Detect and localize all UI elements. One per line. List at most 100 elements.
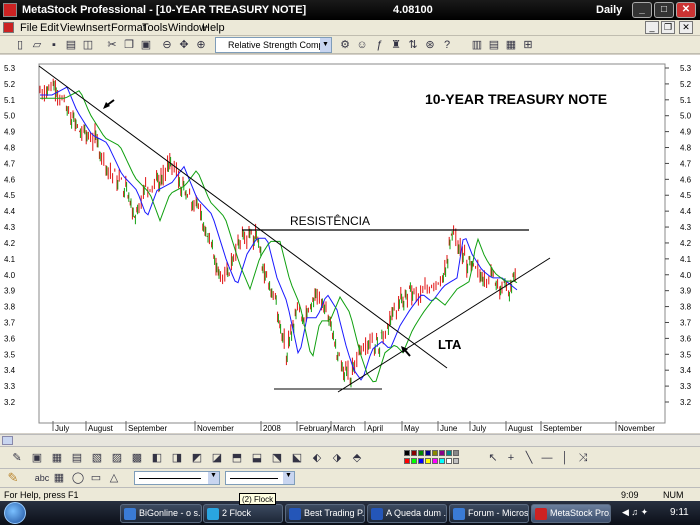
color-swatch[interactable] — [432, 450, 438, 456]
drawing-tool-icon[interactable]: ▩ — [130, 451, 144, 465]
print-icon[interactable]: ▤ — [64, 38, 78, 52]
menu-edit[interactable]: Edit — [40, 22, 59, 34]
drawing-tool-icon[interactable]: ⬘ — [350, 451, 364, 465]
drawing-tool-icon[interactable]: ◩ — [190, 451, 204, 465]
color-swatch[interactable] — [432, 458, 438, 464]
expert-icon[interactable]: ☺ — [355, 38, 369, 52]
sort-icon[interactable]: ⇅ — [406, 38, 420, 52]
mdi-restore-button[interactable]: ❐ — [661, 21, 675, 34]
drawing-tool-icon[interactable]: ✎ — [10, 451, 24, 465]
color-swatch[interactable] — [439, 450, 445, 456]
indicator-icon[interactable]: ⚙ — [338, 38, 352, 52]
trendline-icon[interactable]: ╲ — [522, 451, 536, 465]
color-swatch[interactable] — [411, 458, 417, 464]
window-grid-icon[interactable]: ⊞ — [521, 38, 535, 52]
drawing-tool-icon[interactable]: ▧ — [90, 451, 104, 465]
app-icon[interactable] — [3, 3, 17, 17]
drawing-tool-icon[interactable]: ▤ — [70, 451, 84, 465]
menu-tools[interactable]: Tools — [142, 22, 168, 34]
indicator-select[interactable]: Relative Strength Comparati ▼ — [215, 37, 332, 53]
paste-icon[interactable]: ▣ — [139, 38, 153, 52]
move-icon[interactable]: ✥ — [177, 38, 191, 52]
color-swatch[interactable] — [404, 458, 410, 464]
formula-icon[interactable]: ƒ — [372, 38, 386, 52]
color-swatch[interactable] — [418, 450, 424, 456]
color-swatch[interactable] — [453, 458, 459, 464]
menu-insert[interactable]: Insert — [83, 22, 111, 34]
color-swatch[interactable] — [425, 450, 431, 456]
scrollbar-thumb[interactable] — [2, 436, 13, 445]
tray-icons[interactable]: ◀ ♫ ✦ — [622, 507, 648, 518]
cut-icon[interactable]: ✂ — [105, 38, 119, 52]
task-a-queda[interactable]: A Queda dum ... — [367, 504, 447, 523]
mdi-minimize-button[interactable]: _ — [645, 21, 659, 34]
drawing-tool-icon[interactable]: ⬓ — [250, 451, 264, 465]
drawing-tool-icon[interactable]: ▦ — [50, 451, 64, 465]
task-flock[interactable]: 2 Flock — [203, 504, 283, 523]
minimize-button[interactable]: _ — [632, 2, 652, 18]
menu-help[interactable]: Help — [202, 22, 225, 34]
window-cascade-icon[interactable]: ▥ — [470, 38, 484, 52]
copy-icon[interactable]: ❐ — [122, 38, 136, 52]
menu-format[interactable]: Format — [111, 22, 146, 34]
drawing-tool-icon[interactable]: ◨ — [170, 451, 184, 465]
save-icon[interactable]: ▪ — [47, 38, 61, 52]
zoom-in-icon[interactable]: ⊕ — [194, 38, 208, 52]
print-preview-icon[interactable]: ◫ — [81, 38, 95, 52]
task-bigonline[interactable]: BiGonline - o s... — [120, 504, 202, 523]
line-color-select[interactable]: ▼ — [134, 471, 220, 485]
chevron-down-icon[interactable]: ▼ — [283, 472, 294, 484]
drawing-tool-icon[interactable]: ◪ — [210, 451, 224, 465]
drawing-tool-icon[interactable]: ⬖ — [310, 451, 324, 465]
task-forum[interactable]: Forum - Micros... — [449, 504, 529, 523]
chevron-down-icon[interactable]: ▼ — [208, 472, 219, 484]
drawing-tool-icon[interactable]: ⬕ — [290, 451, 304, 465]
new-icon[interactable]: ▯ — [13, 38, 27, 52]
document-icon[interactable] — [3, 22, 14, 33]
line-style-select[interactable]: ▼ — [225, 471, 295, 485]
color-swatch[interactable] — [411, 450, 417, 456]
chevron-down-icon[interactable]: ▼ — [320, 38, 331, 52]
color-swatch[interactable] — [446, 450, 452, 456]
text-tool-icon[interactable]: abc — [34, 471, 50, 485]
rectangle-tool-icon[interactable]: ▭ — [89, 471, 103, 485]
explorer-icon[interactable]: ⊛ — [423, 38, 437, 52]
task-best-trading[interactable]: Best Trading P... — [285, 504, 365, 523]
task-metastock[interactable]: MetaStock Pro... — [531, 504, 611, 523]
edit-icon[interactable]: ✎ — [6, 471, 20, 485]
drawing-tool-icon[interactable]: ▣ — [30, 451, 44, 465]
color-swatch[interactable] — [425, 458, 431, 464]
cursor-icon[interactable]: ↖ — [486, 451, 500, 465]
vertical-line-icon[interactable]: │ — [558, 451, 572, 465]
horizontal-scrollbar[interactable] — [0, 434, 700, 446]
system-tester-icon[interactable]: ♜ — [389, 38, 403, 52]
horizontal-line-icon[interactable]: — — [540, 451, 554, 465]
window-tile-icon[interactable]: ▤ — [487, 38, 501, 52]
color-swatch[interactable] — [439, 458, 445, 464]
menu-view[interactable]: View — [60, 22, 84, 34]
menu-file[interactable]: File — [20, 22, 38, 34]
chart-panel[interactable]: 10-YEAR TREASURY NOTE RESISTÊNCIA LTA 5.… — [0, 55, 700, 433]
whats-this-icon[interactable]: ? — [440, 38, 454, 52]
table-tool-icon[interactable]: ▦ — [52, 471, 66, 485]
drawing-tool-icon[interactable]: ◧ — [150, 451, 164, 465]
color-swatch[interactable] — [404, 450, 410, 456]
price-chart[interactable]: 10-YEAR TREASURY NOTE RESISTÊNCIA LTA 5.… — [0, 55, 700, 433]
start-button[interactable] — [4, 502, 26, 524]
zoom-out-icon[interactable]: ⊖ — [160, 38, 174, 52]
crosshair-icon[interactable]: + — [504, 451, 518, 465]
mdi-close-button[interactable]: ✕ — [679, 21, 693, 34]
color-swatch[interactable] — [453, 450, 459, 456]
drawing-tool-icon[interactable]: ⬗ — [330, 451, 344, 465]
open-icon[interactable]: ▱ — [30, 38, 44, 52]
color-swatch[interactable] — [446, 458, 452, 464]
maximize-button[interactable]: □ — [654, 2, 674, 18]
window-horizontal-icon[interactable]: ▦ — [504, 38, 518, 52]
drawing-tool-icon[interactable]: ⬒ — [230, 451, 244, 465]
drawing-tool-icon[interactable]: ⬔ — [270, 451, 284, 465]
fibonacci-icon[interactable]: ⤨ — [576, 451, 590, 465]
triangle-tool-icon[interactable]: △ — [107, 471, 121, 485]
close-button[interactable]: ✕ — [676, 2, 696, 18]
color-swatch[interactable] — [418, 458, 424, 464]
ellipse-tool-icon[interactable]: ◯ — [71, 471, 85, 485]
